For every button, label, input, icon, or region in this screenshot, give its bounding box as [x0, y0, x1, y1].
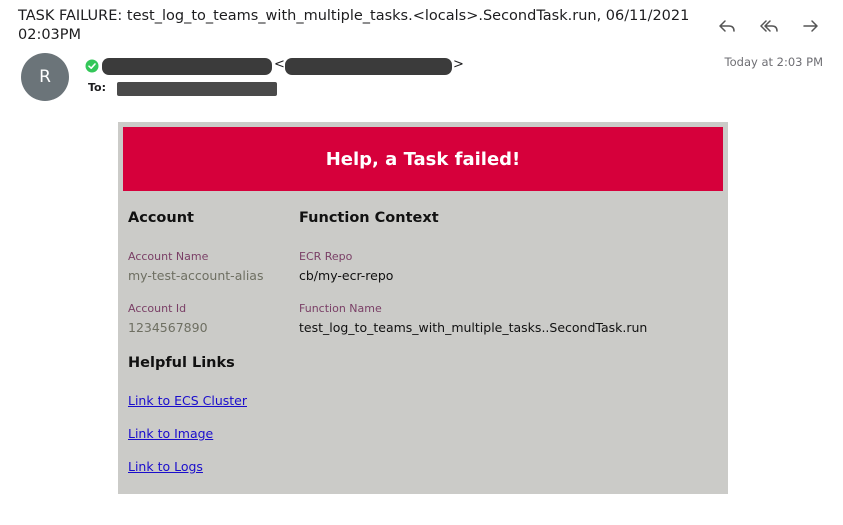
- redacted-sender-name: [102, 58, 272, 75]
- account-heading: Account: [128, 210, 194, 226]
- ecr-repo-label: ECR Repo: [299, 250, 353, 263]
- message-actions: [717, 16, 821, 36]
- reply-icon[interactable]: [717, 16, 737, 36]
- ecs-cluster-link[interactable]: Link to ECS Cluster: [128, 393, 247, 408]
- sender-close-bracket: >: [453, 57, 464, 72]
- verified-check-icon: [85, 59, 99, 73]
- avatar: R: [21, 53, 69, 101]
- reply-all-icon[interactable]: [759, 16, 779, 36]
- sender-open-bracket: <: [274, 57, 285, 72]
- account-id-value: 1234567890: [128, 320, 208, 335]
- helpful-links-heading: Helpful Links: [128, 355, 235, 371]
- function-name-value: test_log_to_teams_with_multiple_tasks..S…: [299, 320, 648, 335]
- account-name-label: Account Name: [128, 250, 209, 263]
- function-name-label: Function Name: [299, 302, 382, 315]
- email-date: Today at 2:03 PM: [724, 55, 823, 69]
- account-id-label: Account Id: [128, 302, 187, 315]
- to-label: To:: [88, 81, 106, 94]
- redacted-sender-email: [285, 58, 452, 75]
- ecr-repo-value: cb/my-ecr-repo: [299, 268, 394, 283]
- alert-banner: Help, a Task failed!: [123, 127, 723, 191]
- account-name-value: my-test-account-alias: [128, 268, 264, 283]
- image-link[interactable]: Link to Image: [128, 426, 213, 441]
- redacted-recipient: [117, 82, 277, 96]
- function-context-heading: Function Context: [299, 210, 439, 226]
- forward-icon[interactable]: [801, 16, 821, 36]
- email-card: Help, a Task failed! Account Account Nam…: [118, 122, 728, 494]
- logs-link[interactable]: Link to Logs: [128, 459, 203, 474]
- email-subject: TASK FAILURE: test_log_to_teams_with_mul…: [18, 8, 690, 43]
